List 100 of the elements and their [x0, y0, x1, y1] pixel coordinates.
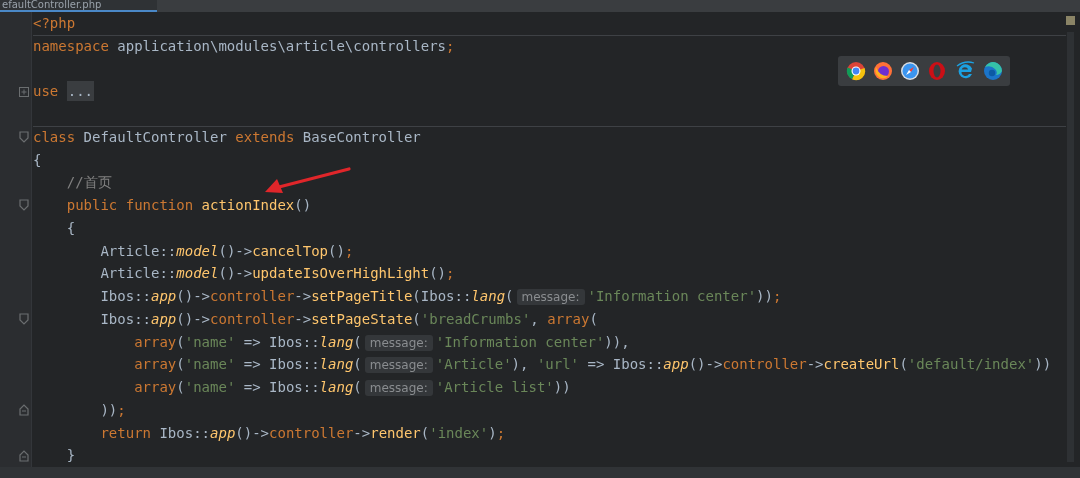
code-text: Article:: [99, 242, 177, 259]
code-text: ( [420, 424, 430, 441]
code-text: controller [722, 356, 807, 373]
code-text: app [663, 356, 689, 373]
code-text: setPageTitle [311, 288, 413, 304]
fold-expand-icon[interactable] [19, 86, 29, 97]
code-text: , [530, 310, 540, 327]
file-tab[interactable]: efaultController.php [0, 0, 157, 12]
code-text: ; [772, 288, 782, 304]
code-text: ; [117, 401, 126, 418]
code-text: createUrl [823, 356, 900, 373]
code-text: array [547, 310, 590, 327]
code-text: ; [446, 265, 455, 282]
code-text: 'name' [184, 333, 236, 350]
wave-logo-icon[interactable] [982, 61, 1003, 81]
code-text: Ibos:: [158, 424, 211, 441]
code-text: ()-> [218, 242, 253, 259]
code-text: () [429, 265, 447, 282]
code-text: controller [210, 310, 295, 327]
code-text: Article:: [99, 265, 177, 282]
code-text: { [33, 151, 42, 168]
code-text: () [294, 197, 312, 213]
scrollbar[interactable] [1067, 32, 1074, 462]
status-marker[interactable] [1066, 16, 1075, 25]
code-text: 'Article' [435, 356, 512, 373]
code-text: Ibos:: [99, 310, 151, 327]
code-text: return [99, 424, 151, 441]
code-text: 'url' [536, 356, 580, 373]
code-text: controller [210, 288, 295, 304]
code-text: ( [353, 333, 362, 350]
code-text: use [33, 83, 60, 100]
code-text: ( [176, 333, 185, 350]
code-text: )), [604, 333, 630, 350]
code-text: -> [806, 356, 824, 373]
code-text: 'name' [184, 379, 236, 395]
code-text: extends [235, 128, 295, 145]
code-text: array [133, 379, 177, 395]
code-text: model [176, 242, 219, 259]
code-text: => Ibos:: [242, 379, 320, 395]
code-text: } [65, 447, 76, 464]
code-text: <?php [33, 15, 76, 31]
code-text: 'name' [184, 356, 236, 373]
code-text: )) [553, 379, 571, 395]
code-text: 'Information center' [435, 333, 605, 350]
code-text: array [133, 356, 177, 373]
code-text: -> [294, 288, 312, 304]
code-text: 'index' [429, 424, 489, 441]
code-text: lang [319, 379, 354, 395]
fold-icon[interactable] [19, 199, 29, 212]
code-text: ) [488, 424, 497, 441]
code-text: ( [899, 356, 908, 373]
fold-icon[interactable] [19, 404, 29, 417]
fold-icon[interactable] [19, 313, 29, 326]
code-text: 'Information center' [587, 288, 757, 304]
code-text: actionIndex [201, 197, 295, 213]
code-text: => Ibos:: [586, 356, 664, 373]
code-text: lang [471, 288, 506, 304]
code-text: namespace [33, 37, 109, 54]
code-text: app [151, 288, 177, 304]
code-text: ( [353, 356, 362, 373]
code-text: app [151, 310, 177, 327]
code-text: public function [65, 197, 195, 213]
code-text: class [33, 128, 76, 145]
code-text: ()-> [176, 288, 211, 304]
parameter-hint: message: [364, 357, 433, 374]
fold-icon[interactable] [19, 131, 29, 144]
code-text: -> [353, 424, 371, 441]
folded-code[interactable]: ... [66, 81, 94, 102]
code-text: lang [319, 356, 354, 373]
code-text: render [370, 424, 421, 441]
code-text: ; [446, 37, 455, 54]
code-text: ()-> [688, 356, 723, 373]
code-text: )) [756, 288, 773, 304]
code-text: Ibos:: [99, 288, 151, 304]
code-text: ( [353, 379, 362, 395]
code-text: ()-> [235, 424, 270, 441]
code-text: => Ibos:: [242, 356, 320, 373]
code-text: updateIsOverHighLight [252, 265, 430, 282]
code-text: { [65, 219, 76, 236]
code-text: 'breadCrumbs' [420, 310, 531, 327]
fox-globe-icon[interactable] [872, 61, 893, 81]
code-text: lang [319, 333, 354, 350]
code-text: ( [589, 310, 598, 327]
ring-o-icon[interactable] [926, 61, 947, 81]
code-text: ; [344, 242, 354, 259]
fold-icon[interactable] [19, 449, 29, 462]
ring-logo-icon[interactable] [845, 61, 866, 81]
code-text: -> [294, 310, 312, 327]
code-text: array [133, 333, 177, 350]
code-text: ( [176, 379, 185, 395]
code-text: => Ibos:: [242, 333, 320, 350]
parameter-hint: message: [364, 380, 433, 396]
code-text: setPageState [311, 310, 413, 327]
code-text: application\modules\article\controllers [116, 37, 446, 54]
compass-icon[interactable] [899, 61, 920, 81]
code-text: controller [269, 424, 354, 441]
code-text: 'Article list' [435, 379, 554, 395]
parameter-hint: message: [364, 334, 433, 351]
code-text: 'default/index' [907, 356, 1035, 373]
code-text: )) [99, 401, 118, 418]
